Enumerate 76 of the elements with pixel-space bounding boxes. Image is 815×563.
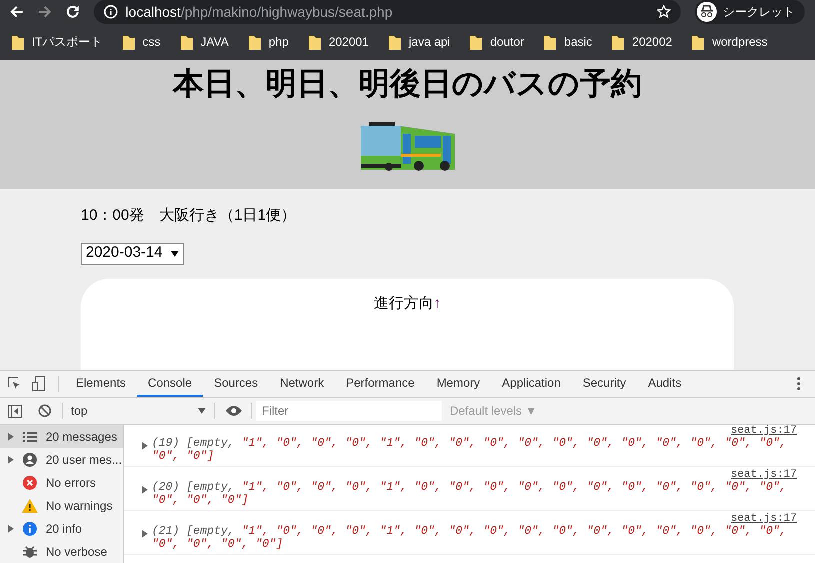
bookmark[interactable]: ITパスポート [12,33,103,51]
devtools-tab[interactable]: Memory [426,371,492,397]
bookmark[interactable]: java api [388,33,450,51]
reload-icon[interactable] [66,5,80,19]
incognito-icon [697,2,718,22]
address-bar[interactable]: localhost/php/makino/highwaybus/seat.php [94,0,682,24]
expand-arrow-icon[interactable] [142,442,148,450]
devtools-tab[interactable]: Application [491,371,572,397]
devtools-tab[interactable]: Security [572,371,638,397]
expand-arrow-icon[interactable] [142,486,148,494]
list-icon [23,432,37,442]
console-sidebar-item[interactable]: 20 user mes... [0,448,123,471]
console-sidebar-item[interactable]: 20 info [0,517,123,540]
dropdown-caret-icon [198,408,206,414]
eye-icon[interactable] [225,405,243,417]
sidebar-toggle-icon[interactable] [8,404,22,418]
inspect-icon[interactable] [8,377,22,391]
departure-text: 10：00発 大阪行き（1日1便） [81,206,298,226]
folder-icon [544,34,556,50]
bookmark[interactable]: 202002 [612,33,672,51]
console-sidebar-item[interactable]: No errors [0,471,123,494]
dropdown-caret-icon [170,250,179,256]
devtools-tab[interactable]: Sources [203,371,270,397]
folder-icon [122,34,135,50]
incognito-badge[interactable]: シークレット [695,0,806,24]
bookmark[interactable]: basic [544,33,592,51]
folder-icon [12,34,24,50]
folder-icon [470,34,482,50]
direction-label: 進行方向↑ [374,294,442,312]
bus-icon [358,120,456,172]
folder-icon [180,34,193,50]
bug-icon [23,544,37,558]
bookmark[interactable]: php [248,33,289,51]
folder-icon [692,34,704,50]
console-sidebar-item[interactable]: No warnings [0,494,123,517]
expand-arrow-icon[interactable] [8,456,14,464]
console-log-message: (19) [empty, "1", "0", "0", "0", "1", "0", "0", "0", "0", "0", "0", "0", "0", "0", "0", "0", "0", "0"] [152,437,788,463]
filter-field[interactable]: Filter [256,401,442,421]
source-link[interactable]: seat.js:17 [730,469,797,481]
error-icon [23,476,37,490]
info-icon[interactable] [104,5,118,19]
expand-arrow-icon[interactable] [142,530,148,538]
forward-icon[interactable] [38,5,52,19]
context-select[interactable]: top [71,402,206,420]
folder-icon [308,34,321,50]
console-sidebar-item[interactable]: 20 messages [0,425,123,448]
star-icon[interactable] [657,5,672,19]
console-sidebar-item[interactable]: No verbose [0,540,123,563]
more-menu-icon[interactable] [797,377,801,391]
user-icon [23,452,37,466]
bookmark[interactable]: doutor [470,33,524,51]
page-title: 本日、明日、明後日のバスの予約 [173,65,642,103]
expand-arrow-icon[interactable] [8,432,14,440]
devtools-tab[interactable]: Performance [335,371,426,397]
console-log-message: (21) [empty, "1", "0", "0", "0", "1", "0", "0", "0", "0", "0", "0", "0", "0", "0", "0", "0", "0", "0", "0", "0"] [152,525,788,551]
bookmark[interactable]: css [122,33,161,51]
folder-icon [248,34,261,50]
clear-console-icon[interactable] [38,404,52,418]
source-link[interactable]: seat.js:17 [730,425,797,437]
folder-icon [388,34,401,50]
back-icon[interactable] [10,5,24,19]
bookmark[interactable]: JAVA [180,33,229,51]
devtools-tab[interactable]: Network [269,371,336,397]
url-text: localhost/php/makino/highwaybus/seat.php [126,2,393,22]
console-log-message: (20) [empty, "1", "0", "0", "0", "1", "0", "0", "0", "0", "0", "0", "0", "0", "0", "0", "0", "0", "0", "0"] [152,481,788,507]
bookmark[interactable]: wordpress [692,33,768,51]
info-icon [23,522,37,536]
bookmark[interactable]: 202001 [308,33,369,51]
expand-arrow-icon[interactable] [8,524,14,532]
devtools-tab[interactable]: Elements [65,371,138,397]
warning-icon [22,498,38,512]
devtools-tab[interactable]: Audits [637,371,693,397]
folder-icon [612,34,624,50]
date-select[interactable]: 2020-03-14 [81,242,184,264]
source-link[interactable]: seat.js:17 [730,513,797,525]
device-icon[interactable] [32,376,46,392]
